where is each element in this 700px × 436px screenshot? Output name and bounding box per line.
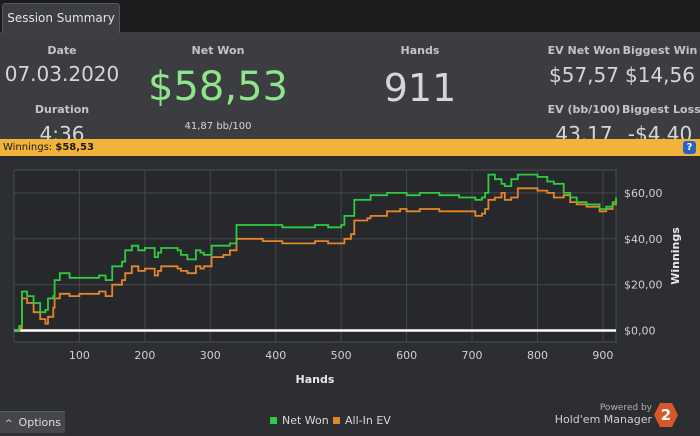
x-tick-label: 200 <box>134 349 155 362</box>
net-won-value: $58,53 <box>148 64 288 110</box>
y-axis-label: Winnings <box>669 227 682 285</box>
duration-label: Duration <box>34 103 90 116</box>
tab-session-summary[interactable]: Session Summary <box>2 3 120 34</box>
branding: Powered by Hold'em Manager <box>555 403 652 426</box>
date-value: 07.03.2020 <box>4 62 120 86</box>
chevron-up-icon: ^ <box>5 419 13 429</box>
legend-net-won-label: Net Won <box>282 414 329 427</box>
net-won-swatch <box>270 417 277 424</box>
biggest-win-label: Biggest Win <box>622 44 698 57</box>
winnings-label: Winnings: <box>3 142 53 153</box>
x-tick-label: 300 <box>200 349 221 362</box>
ev-bb-label: EV (bb/100) <box>547 103 621 116</box>
x-axis-label: Hands <box>296 373 335 386</box>
net-won-bb: 41,87 bb/100 <box>184 121 252 132</box>
brand-name: Hold'em Manager <box>554 413 652 426</box>
options-button[interactable]: ^ Options <box>0 411 65 433</box>
hands-value: 911 <box>383 66 457 110</box>
y-tick-label: $0,00 <box>624 325 656 338</box>
x-tick-label: 100 <box>69 349 90 362</box>
help-icon[interactable]: ? <box>683 141 696 154</box>
powered-by-text: Powered by <box>599 403 652 413</box>
x-tick-label: 700 <box>462 349 483 362</box>
winnings-bar: Winnings: $58,53 ? <box>0 139 700 156</box>
x-tick-label: 900 <box>592 349 613 362</box>
plot-background <box>13 169 617 343</box>
legend-net-won: Net Won <box>270 414 329 427</box>
winnings-value: $58,53 <box>55 142 94 153</box>
biggest-loss-label: Biggest Loss <box>622 103 700 116</box>
ev-net-won-value: $57,57 <box>549 63 619 87</box>
x-tick-label: 800 <box>527 349 548 362</box>
x-tick-label: 600 <box>396 349 417 362</box>
y-tick-label: $20,00 <box>624 279 663 292</box>
legend-all-in-ev-label: All-In EV <box>345 414 391 427</box>
y-tick-label: $40,00 <box>624 233 663 246</box>
legend-all-in-ev: All-In EV <box>333 414 391 427</box>
net-won-label: Net Won <box>191 44 245 57</box>
biggest-win-value: $14,56 <box>625 63 695 87</box>
winnings-chart-area: 100 200 300 400 500 600 700 800 900 $0,00 $20,00 $4… <box>0 156 700 436</box>
y-tick-label: $60,00 <box>624 187 663 200</box>
options-label: Options <box>18 416 61 429</box>
winnings-chart: 100 200 300 400 500 600 700 800 900 $0,00 $20,00 $4… <box>13 169 682 386</box>
summary-panel: Date 07.03.2020 Duration 4:36 Net Won $5… <box>0 33 700 146</box>
date-label: Date <box>47 44 77 57</box>
x-tick-label: 500 <box>331 349 352 362</box>
x-tick-label: 400 <box>265 349 286 362</box>
hands-label: Hands <box>400 44 440 57</box>
all-in-ev-swatch <box>333 417 340 424</box>
tab-bar: Session Summary <box>0 0 700 34</box>
ev-net-won-label: EV Net Won <box>547 44 621 57</box>
